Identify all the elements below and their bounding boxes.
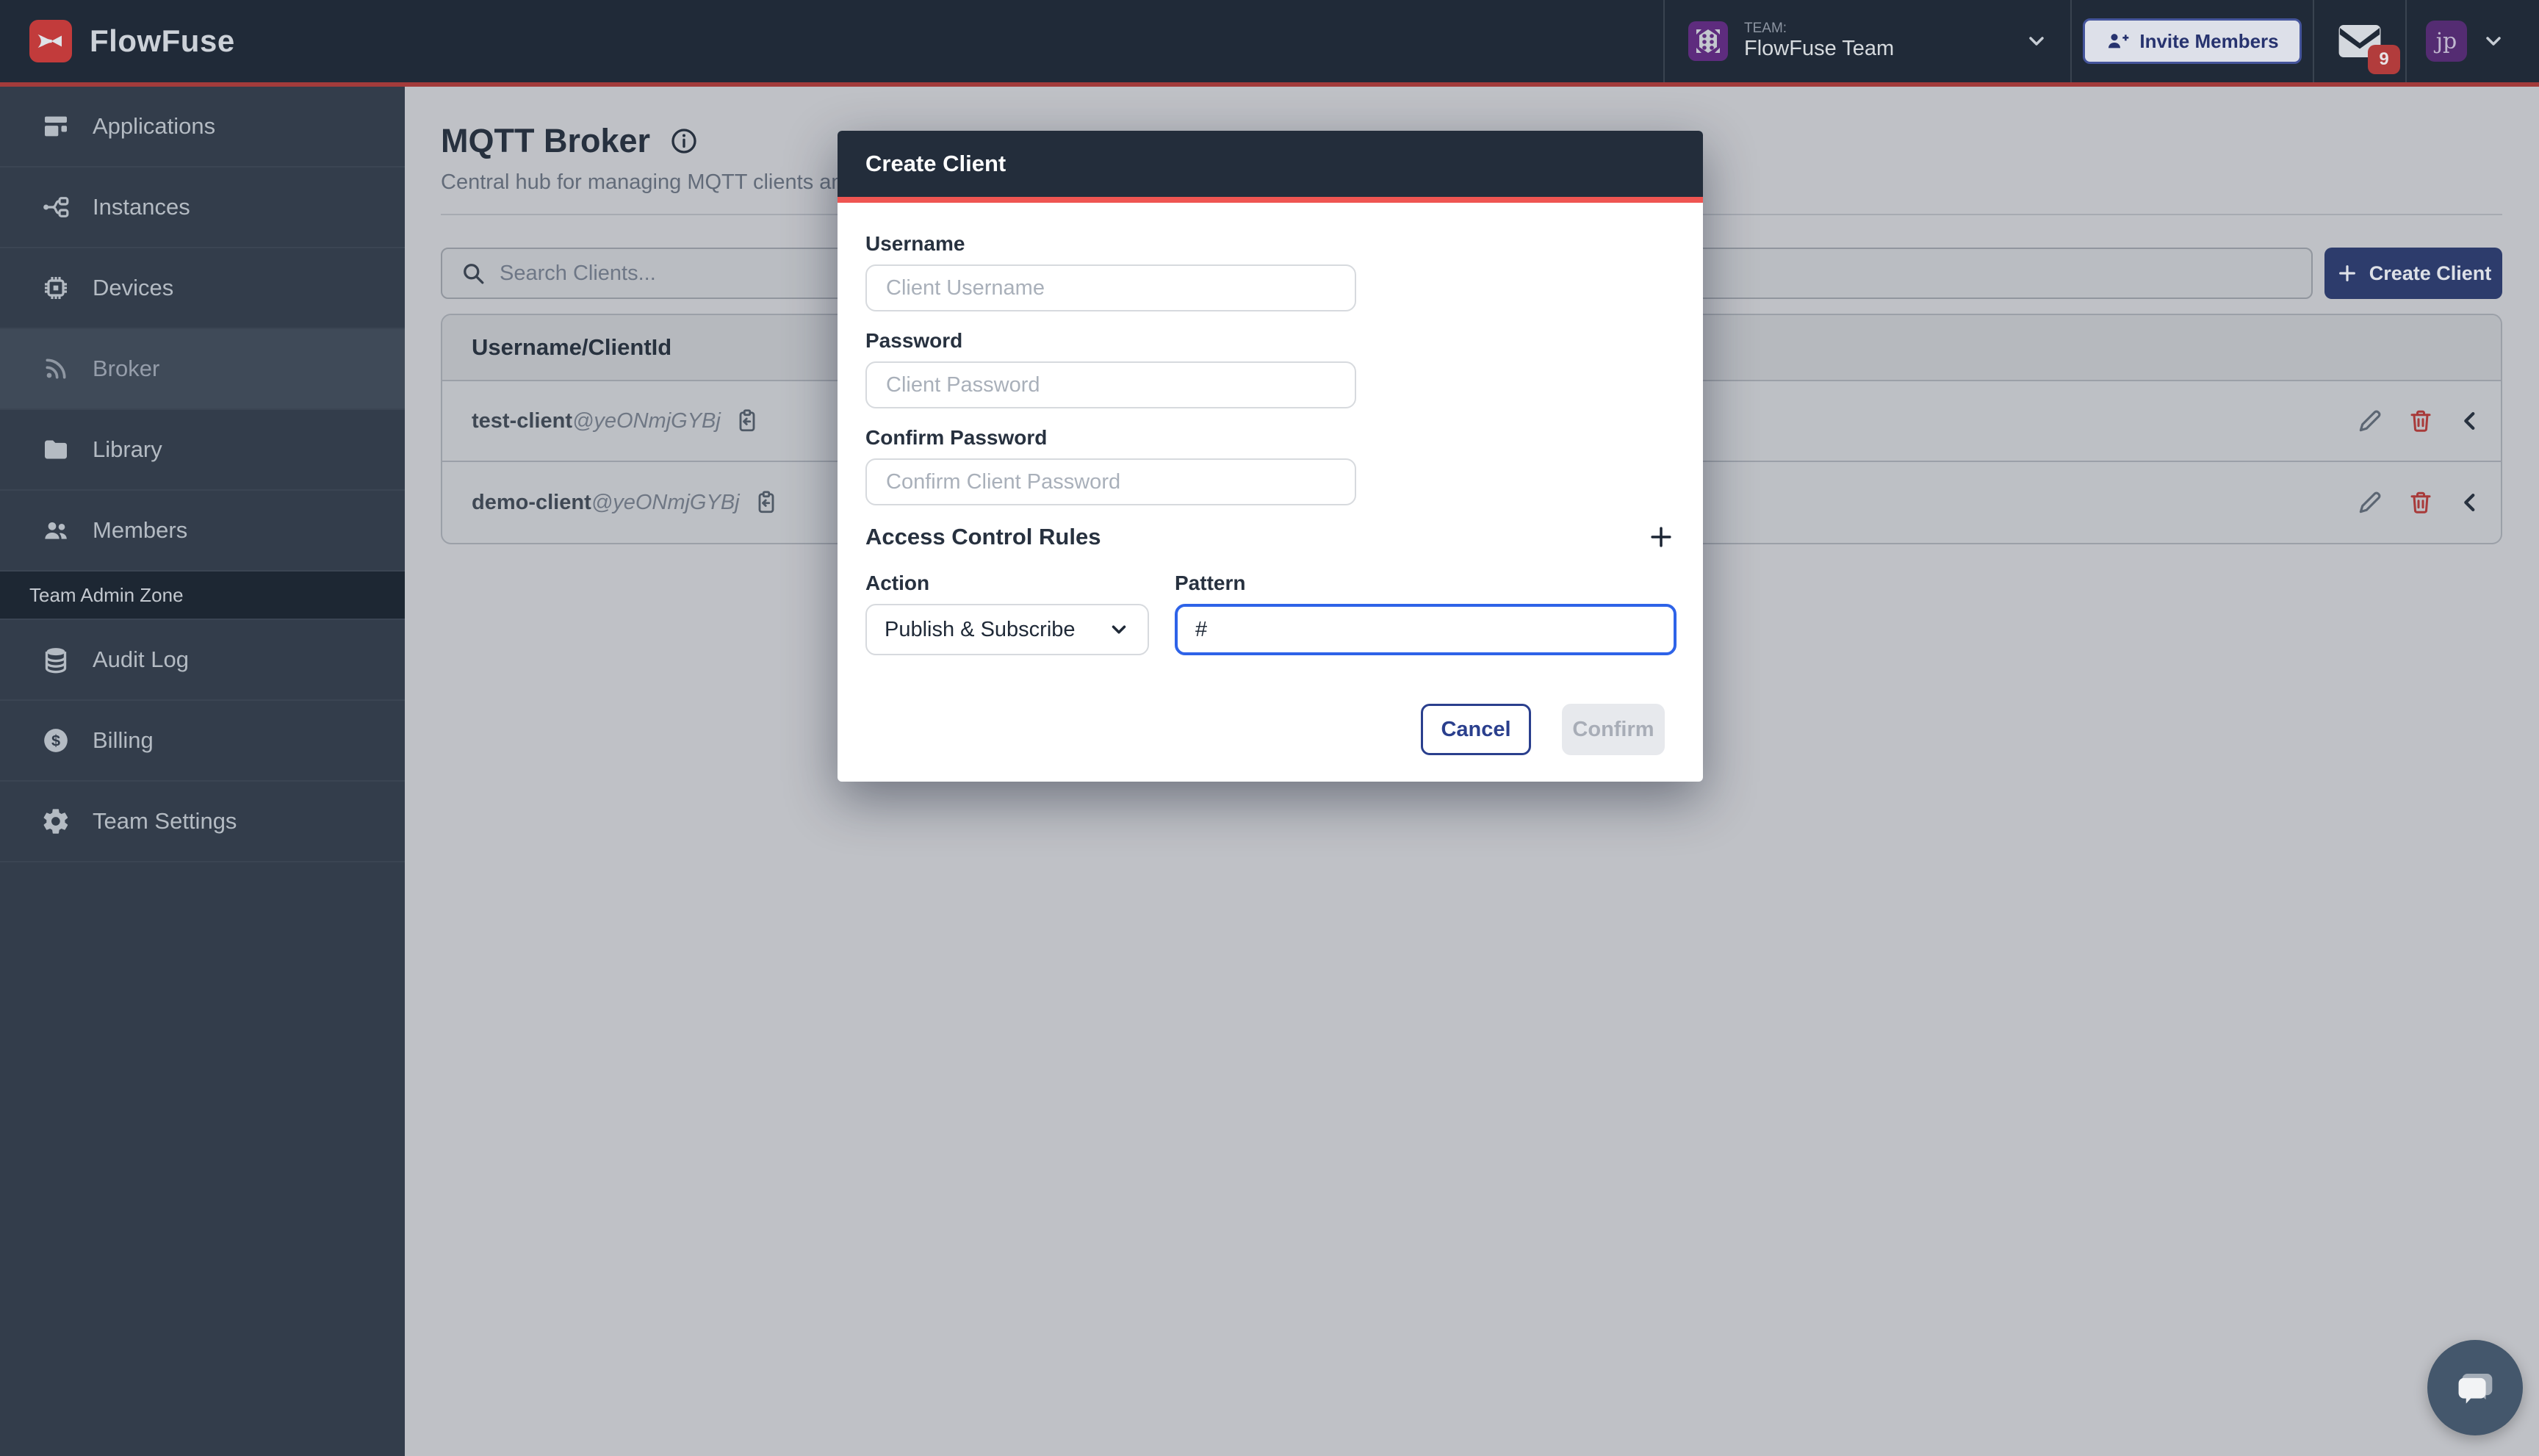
expand-chevron-left-icon[interactable] [2457, 490, 2482, 515]
sidebar-item-team-settings[interactable]: Team Settings [0, 782, 405, 862]
acl-heading: Access Control Rules [865, 524, 1101, 550]
team-text: TEAM: FlowFuse Team [1744, 21, 1894, 61]
sidebar-item-label: Instances [93, 194, 190, 220]
sidebar-item-label: Team Settings [93, 808, 237, 835]
folder-icon [41, 435, 71, 464]
client-username: test-client [472, 409, 572, 433]
sidebar-item-label: Audit Log [93, 646, 189, 673]
plus-icon [2335, 262, 2359, 285]
username-label: Username [865, 232, 1675, 256]
members-icon [41, 516, 71, 545]
screen: FlowFuse TEAM: FlowFuse Team [0, 0, 2539, 1456]
sidebar-item-billing[interactable]: $ Billing [0, 701, 405, 782]
sidebar-item-instances[interactable]: Instances [0, 167, 405, 248]
edit-pencil-icon[interactable] [2356, 489, 2384, 516]
pattern-label: Pattern [1175, 572, 1677, 595]
invite-section: Invite Members [2070, 0, 2313, 82]
cancel-button[interactable]: Cancel [1421, 704, 1531, 755]
chevron-down-icon [2482, 29, 2505, 53]
sidebar-item-label: Library [93, 436, 162, 463]
modal-footer: Cancel Confirm [865, 704, 1675, 782]
invite-members-label: Invite Members [2139, 30, 2278, 53]
acl-action-field: Action Publish & Subscribe [865, 572, 1149, 655]
sidebar-item-devices[interactable]: Devices [0, 248, 405, 329]
confirm-client-password-input[interactable] [865, 458, 1356, 505]
broker-rss-icon [41, 354, 71, 383]
action-select[interactable]: Publish & Subscribe [865, 604, 1149, 655]
modal-title: Create Client [838, 131, 1703, 197]
sidebar-item-audit-log[interactable]: Audit Log [0, 620, 405, 701]
mail-button[interactable]: 9 [2337, 23, 2383, 60]
create-client-label: Create Client [2369, 262, 2492, 285]
team-avatar [1688, 21, 1728, 61]
top-navbar: FlowFuse TEAM: FlowFuse Team [0, 0, 2539, 82]
password-label: Password [865, 329, 1675, 353]
confirm-button[interactable]: Confirm [1562, 704, 1665, 755]
sidebar-item-library[interactable]: Library [0, 410, 405, 491]
database-icon [41, 645, 71, 674]
applications-icon [41, 112, 71, 141]
copy-clipboard-icon[interactable] [734, 408, 760, 434]
gear-icon [41, 807, 71, 836]
team-admin-zone-label: Team Admin Zone [0, 572, 405, 620]
notification-badge: 9 [2368, 45, 2400, 74]
team-name: FlowFuse Team [1744, 37, 1894, 61]
acl-pattern-field: Pattern [1175, 572, 1677, 655]
sidebar-item-label: Broker [93, 356, 159, 382]
client-username: demo-client [472, 491, 591, 515]
sidebar-item-label: Billing [93, 727, 154, 754]
sidebar-item-broker[interactable]: Broker [0, 329, 405, 410]
copy-clipboard-icon[interactable] [753, 489, 779, 516]
sidebar-item-members[interactable]: Members [0, 491, 405, 572]
chat-bubbles-icon [2449, 1362, 2501, 1413]
sidebar: Applications Instances Devi [0, 87, 405, 1456]
user-menu[interactable]: jp [2405, 0, 2539, 82]
row-actions [2356, 489, 2482, 516]
notifications-section: 9 [2313, 0, 2405, 82]
instances-icon [41, 192, 71, 222]
sidebar-item-label: Members [93, 517, 187, 544]
create-client-button[interactable]: Create Client [2324, 248, 2502, 299]
flowfuse-logo[interactable]: FlowFuse [29, 20, 235, 62]
user-plus-icon [2106, 29, 2129, 53]
create-client-modal: Create Client Username Password Confirm … [838, 131, 1703, 782]
flowfuse-logo-icon [29, 20, 72, 62]
team-label: TEAM: [1744, 21, 1894, 37]
add-rule-plus-icon[interactable] [1647, 523, 1675, 551]
client-username-input[interactable] [865, 264, 1356, 311]
team-selector[interactable]: TEAM: FlowFuse Team [1663, 0, 2070, 82]
chat-launcher-button[interactable] [2427, 1340, 2523, 1435]
pattern-input[interactable] [1175, 604, 1677, 655]
chevron-down-icon [2025, 29, 2048, 53]
client-id-suffix: @yeONmjGYBj [572, 409, 721, 433]
logo-text: FlowFuse [90, 24, 235, 59]
page-title: MQTT Broker [441, 122, 650, 160]
edit-pencil-icon[interactable] [2356, 407, 2384, 435]
sidebar-item-applications[interactable]: Applications [0, 87, 405, 167]
navbar-accent-line [0, 82, 2539, 87]
client-id-suffix: @yeONmjGYBj [591, 491, 740, 515]
chip-icon [41, 273, 71, 303]
sidebar-item-label: Applications [93, 113, 215, 140]
client-password-input[interactable] [865, 361, 1356, 408]
delete-trash-icon[interactable] [2407, 408, 2434, 434]
search-icon [460, 260, 486, 286]
info-icon[interactable] [669, 126, 699, 156]
action-label: Action [865, 572, 1149, 595]
sidebar-item-label: Devices [93, 275, 173, 301]
expand-chevron-left-icon[interactable] [2457, 408, 2482, 433]
acl-rule-row: Action Publish & Subscribe Pattern [865, 572, 1675, 655]
delete-trash-icon[interactable] [2407, 489, 2434, 516]
confirm-password-label: Confirm Password [865, 426, 1675, 450]
invite-members-button[interactable]: Invite Members [2083, 18, 2301, 64]
modal-accent-line [838, 197, 1703, 203]
acl-header: Access Control Rules [865, 523, 1675, 551]
action-select-value: Publish & Subscribe [885, 618, 1076, 642]
row-actions [2356, 407, 2482, 435]
modal-body: Username Password Confirm Password Acces… [838, 203, 1703, 782]
user-avatar: jp [2426, 21, 2467, 62]
dollar-circle-icon: $ [41, 726, 71, 755]
chevron-down-icon [1108, 619, 1130, 641]
svg-text:$: $ [51, 732, 60, 750]
